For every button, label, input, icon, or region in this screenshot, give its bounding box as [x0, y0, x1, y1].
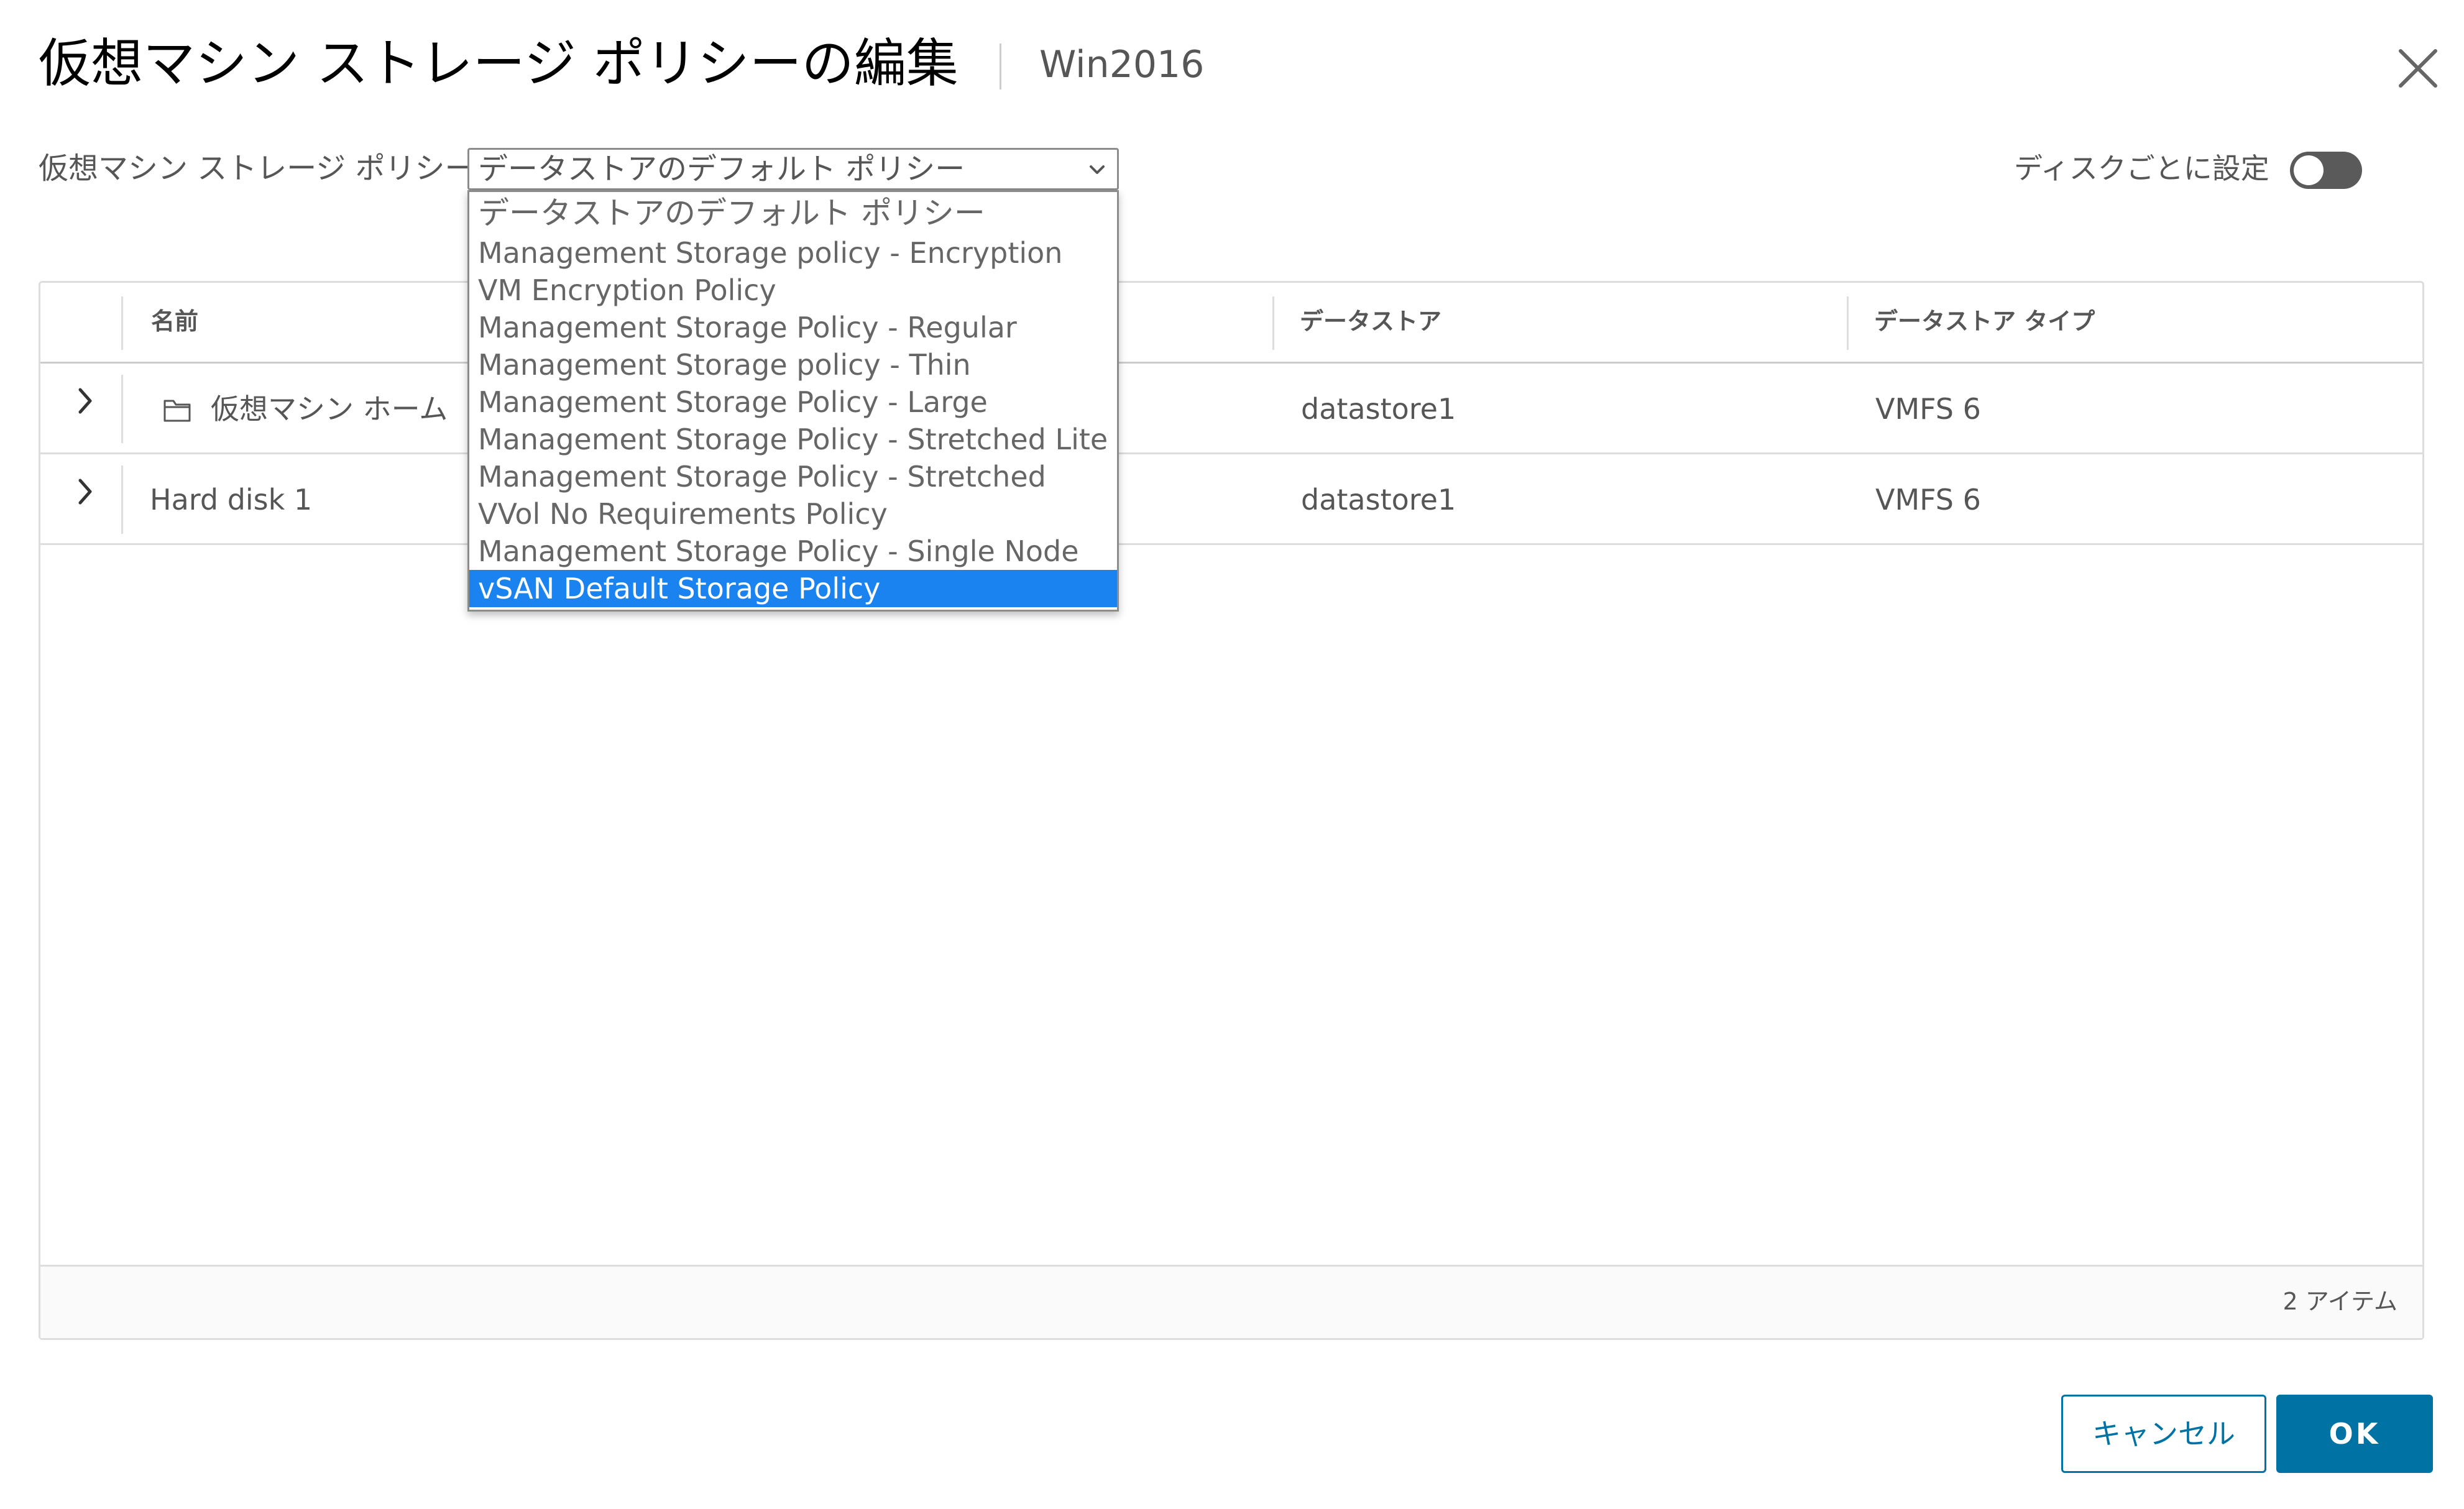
row-separator — [121, 375, 123, 443]
column-separator[interactable] — [1847, 296, 1849, 350]
column-header-name[interactable]: 名前 — [151, 283, 198, 360]
table-row[interactable]: Hard disk 1 datastore1 VMFS 6 — [40, 454, 2422, 545]
per-disk-label: ディスクごとに設定 — [2014, 152, 2269, 185]
dropdown-option[interactable]: Management Storage policy - Thin — [469, 346, 1117, 383]
dropdown-option[interactable]: Management Storage Policy - Large — [469, 383, 1117, 421]
row-datastore: datastore1 — [1301, 392, 1456, 426]
dropdown-option[interactable]: データストアのデフォルト ポリシー — [469, 192, 1117, 234]
column-separator[interactable] — [1272, 296, 1274, 350]
dropdown-option[interactable]: VM Encryption Policy — [469, 272, 1117, 309]
row-name: Hard disk 1 — [150, 483, 313, 516]
row-datastore: datastore1 — [1301, 483, 1456, 516]
per-disk-toggle[interactable] — [2290, 152, 2362, 189]
policy-select[interactable]: データストアのデフォルト ポリシー — [467, 148, 1119, 190]
edit-vm-storage-policy-dialog: 仮想マシン ストレージ ポリシーの編集 Win2016 仮想マシン ストレージ … — [0, 0, 2464, 1509]
item-count: 2 アイテム — [2282, 1288, 2397, 1315]
folder-icon — [163, 400, 191, 422]
dropdown-option[interactable]: Management Storage Policy - Regular — [469, 309, 1117, 346]
dialog-subtitle: Win2016 — [1039, 43, 1205, 86]
chevron-down-icon — [1090, 165, 1105, 174]
chevron-right-icon[interactable] — [65, 381, 105, 421]
dropdown-option[interactable]: Management Storage Policy - Single Node — [469, 533, 1117, 570]
title-divider — [1000, 44, 1001, 89]
table-row[interactable]: 仮想マシン ホーム datastore1 VMFS 6 — [40, 364, 2422, 454]
dropdown-option-highlighted[interactable]: vSAN Default Storage Policy — [469, 570, 1117, 607]
dialog-title: 仮想マシン ストレージ ポリシーの編集 — [39, 33, 958, 94]
dropdown-option[interactable]: VVol No Requirements Policy — [469, 495, 1117, 533]
dropdown-option[interactable]: Management Storage policy - Encryption — [469, 234, 1117, 272]
disk-policy-grid: 名前 データストア データストア タイプ 仮想マシン ホーム datastore… — [39, 281, 2424, 1340]
chevron-right-icon[interactable] — [65, 472, 105, 511]
toggle-knob — [2294, 155, 2324, 185]
column-header-datastore[interactable]: データストア — [1300, 283, 1441, 360]
dropdown-option[interactable]: Management Storage Policy - Stretched Li… — [469, 421, 1117, 458]
row-separator — [121, 466, 123, 534]
grid-footer: 2 アイテム — [40, 1265, 2422, 1338]
close-icon — [2399, 49, 2437, 88]
ok-button[interactable]: OK — [2276, 1395, 2433, 1473]
policy-select-value: データストアのデフォルト ポリシー — [478, 152, 965, 186]
policy-label: 仮想マシン ストレージ ポリシー: — [39, 151, 485, 186]
row-datastore-type: VMFS 6 — [1875, 392, 1981, 426]
column-header-datastore-type[interactable]: データストア タイプ — [1874, 283, 2095, 360]
policy-dropdown-list: データストアのデフォルト ポリシー Management Storage pol… — [467, 190, 1119, 612]
row-datastore-type: VMFS 6 — [1875, 483, 1981, 516]
close-button[interactable] — [2392, 42, 2444, 94]
grid-header: 名前 データストア データストア タイプ — [40, 283, 2422, 364]
cancel-button[interactable]: キャンセル — [2061, 1395, 2266, 1473]
dropdown-option[interactable]: Management Storage Policy - Stretched — [469, 458, 1117, 495]
row-name: 仮想マシン ホーム — [211, 392, 448, 426]
column-separator[interactable] — [121, 296, 123, 350]
